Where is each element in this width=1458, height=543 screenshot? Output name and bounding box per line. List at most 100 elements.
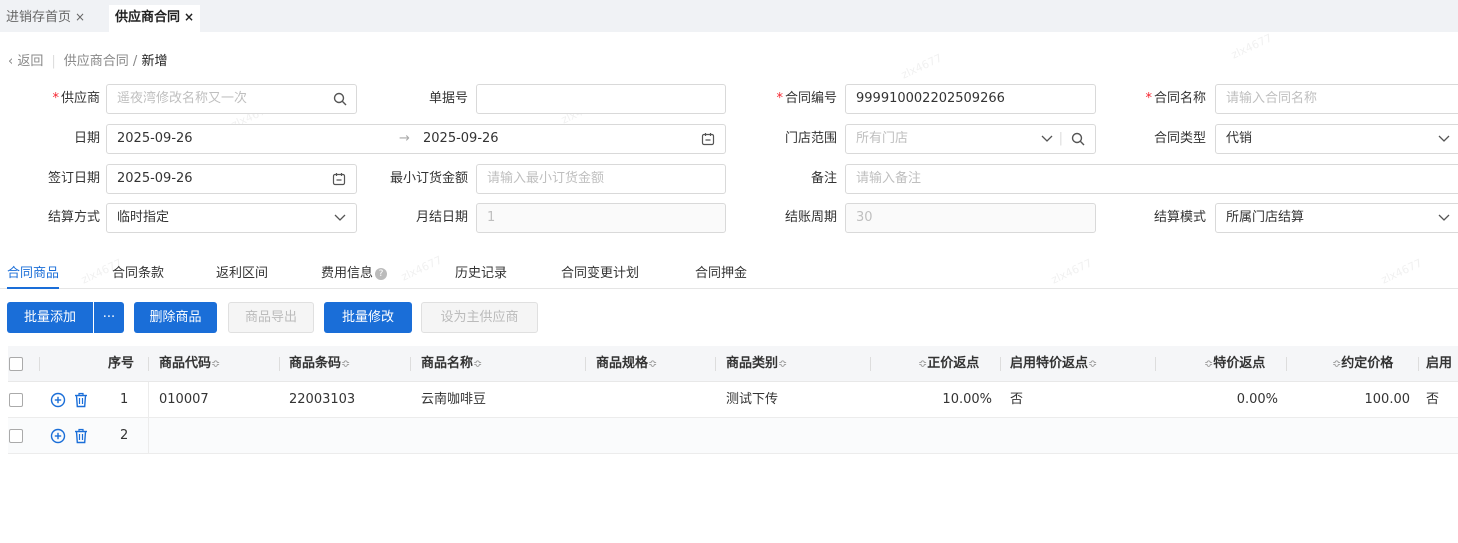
chevron-left-icon: ‹ [8,54,14,69]
table-row[interactable]: 2 [8,418,1458,454]
col-name[interactable]: 商品名称≎ [421,346,482,382]
column-divider [715,357,716,371]
settle-mode-label: 结算模式 [1153,210,1206,225]
col-enable[interactable]: 启用 [1426,346,1452,382]
tab-rebate-range[interactable]: 返利区间 [216,262,268,281]
set-main-supplier-button[interactable]: 设为主供应商 [421,302,538,333]
sign-date-input[interactable]: 2025-09-26 [106,164,357,194]
more-button[interactable]: ··· [94,302,124,333]
col-code[interactable]: 商品代码≎ [159,346,220,382]
column-divider [39,357,40,371]
billing-cycle-input[interactable]: 30 [845,203,1096,233]
settle-mode-select[interactable]: 所属门店结算 [1215,203,1458,233]
cell-agreed-price[interactable]: 100.00 [1286,382,1411,418]
col-category[interactable]: 商品类别≎ [726,346,787,382]
min-order-input[interactable]: 请输入最小订货金额 [476,164,726,194]
sort-icon[interactable]: ≎ [648,357,657,370]
chevron-down-icon[interactable] [1438,213,1450,223]
search-icon[interactable] [333,92,347,106]
tab-supplier-contract[interactable]: 供应商合同 × [109,5,201,32]
chevron-down-icon[interactable] [1041,134,1053,144]
tab-bar: 进销存首页 × 供应商合同 × [0,0,1458,32]
min-order-label: 最小订货金额 [389,171,468,186]
col-barcode[interactable]: 商品条码≎ [289,346,350,382]
sort-icon[interactable]: ≎ [473,357,482,370]
tab-change-plan[interactable]: 合同变更计划 [561,262,639,281]
trash-icon[interactable] [73,428,89,444]
tab-contract-terms[interactable]: 合同条款 [112,262,164,281]
sort-icon[interactable]: ≎ [918,357,927,370]
tab-deposit[interactable]: 合同押金 [695,262,747,281]
sort-icon[interactable]: ≎ [1332,357,1341,370]
sort-icon[interactable]: ≎ [211,357,220,370]
remark-label: 备注 [810,171,837,186]
cell-code[interactable]: 010007 [159,382,209,418]
batch-add-button[interactable]: 批量添加 [7,302,93,333]
sort-icon[interactable]: ≎ [1088,357,1097,370]
tab-label: 供应商合同 [115,10,181,25]
divider: | [1058,131,1063,146]
trash-icon[interactable] [73,392,89,408]
close-icon[interactable]: × [75,10,85,24]
table-row[interactable]: 1 010007 22003103 云南咖啡豆 测试下传 10.00% 否 0.… [8,382,1458,418]
cell-barcode[interactable]: 22003103 [289,382,355,418]
monthly-day-input[interactable]: 1 [476,203,726,233]
select-all-checkbox[interactable] [9,357,23,371]
cell-category[interactable]: 测试下传 [726,382,778,418]
store-range-select[interactable]: 所有门店 | [845,124,1096,154]
tab-fee-info[interactable]: 费用信息? [321,262,388,281]
contract-name-label: * 合同名称 [1145,91,1206,106]
batch-edit-button[interactable]: 批量修改 [324,302,412,333]
breadcrumb-current: 新增 [141,54,168,69]
date-range-input[interactable]: 2025-09-26 → 2025-09-26 [106,124,726,154]
column-divider [585,357,586,371]
doc-no-label: 单据号 [428,91,468,106]
col-enable-special[interactable]: 启用特价返点≎ [1010,346,1097,382]
tab-inventory-home[interactable]: 进销存首页 × [0,5,91,32]
calendar-icon[interactable] [701,132,715,146]
export-goods-button[interactable]: 商品导出 [228,302,314,333]
doc-no-input[interactable] [476,84,726,114]
supplier-input[interactable]: 遥夜湾修改名称又一次 [106,84,357,114]
col-normal-rebate[interactable]: ≎正价返点 [918,346,979,382]
breadcrumb-parent[interactable]: 供应商合同 [64,54,129,69]
sort-icon[interactable]: ≎ [341,357,350,370]
tab-contract-goods[interactable]: 合同商品 [7,262,60,289]
cell-seq: 2 [120,428,129,443]
cell-special-rebate[interactable]: 0.00% [1155,382,1278,418]
sort-icon[interactable]: ≎ [1204,357,1213,370]
contract-no-input[interactable]: 999910002202509266 [845,84,1096,114]
watermark: zlx4677 [1229,31,1275,62]
sign-date-label: 签订日期 [47,171,100,186]
settle-method-select[interactable]: 临时指定 [106,203,357,233]
calendar-icon[interactable] [332,172,346,186]
search-icon[interactable] [1071,132,1085,146]
col-special-rebate[interactable]: ≎特价返点 [1204,346,1265,382]
contract-name-input[interactable]: 请输入合同名称 [1215,84,1458,114]
cell-enable-special[interactable]: 否 [1010,382,1023,418]
help-icon[interactable]: ? [375,268,388,280]
add-circle-icon[interactable] [50,428,66,444]
row-checkbox[interactable] [9,393,23,407]
range-arrow: → [399,131,410,146]
tab-history[interactable]: 历史记录 [455,262,507,281]
date-start: 2025-09-26 [117,131,193,146]
column-divider [1000,357,1001,371]
cell-enable[interactable]: 否 [1426,382,1439,418]
add-circle-icon[interactable] [50,392,66,408]
panel-tabs: 合同商品 合同条款 返利区间 费用信息? 历史记录 合同变更计划 合同押金 [0,256,1458,289]
remark-input[interactable]: 请输入备注 [845,164,1458,194]
back-link[interactable]: ‹ 返回 [8,54,43,69]
contract-no-label: * 合同编号 [776,91,837,106]
delete-goods-button[interactable]: 删除商品 [134,302,217,333]
sort-icon[interactable]: ≎ [778,357,787,370]
col-spec[interactable]: 商品规格≎ [596,346,657,382]
chevron-down-icon[interactable] [1438,134,1450,144]
contract-type-select[interactable]: 代销 [1215,124,1458,154]
row-checkbox[interactable] [9,429,23,443]
chevron-down-icon[interactable] [334,213,346,223]
close-icon[interactable]: × [184,10,194,24]
cell-normal-rebate[interactable]: 10.00% [870,382,992,418]
cell-name[interactable]: 云南咖啡豆 [421,382,486,418]
col-agreed-price[interactable]: ≎约定价格 [1332,346,1393,382]
